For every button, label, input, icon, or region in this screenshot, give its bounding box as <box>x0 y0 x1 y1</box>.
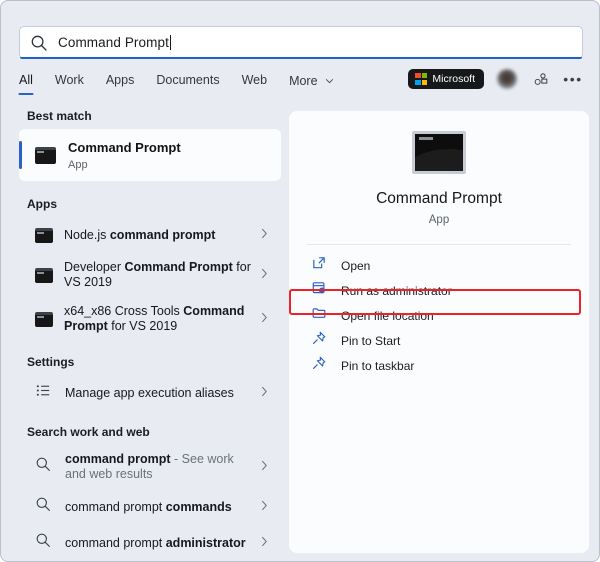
shield-window-icon <box>311 280 328 301</box>
microsoft-badge-label: Microsoft <box>432 73 475 85</box>
search-icon <box>30 34 48 52</box>
app-item-label: x64_x86 Cross Tools Command Prompt for V… <box>64 304 245 333</box>
settings-item-label: Manage app execution aliases <box>65 385 234 400</box>
list-item[interactable]: Node.js command prompt <box>19 217 281 253</box>
chevron-right-icon[interactable] <box>261 384 273 402</box>
console-icon <box>35 227 53 243</box>
list-item[interactable]: Developer Command Prompt for VS 2019 <box>19 253 281 297</box>
chevron-right-icon[interactable] <box>261 534 273 552</box>
action-run-as-administrator-label: Run as administrator <box>341 283 452 298</box>
microsoft-logo-icon <box>415 73 428 85</box>
tab-more-label: More <box>289 74 318 88</box>
app-item-label: Developer Command Prompt for VS 2019 <box>64 260 251 289</box>
action-open[interactable]: Open <box>301 253 577 278</box>
microsoft-badge[interactable]: Microsoft <box>408 69 484 89</box>
chevron-right-icon[interactable] <box>261 310 273 328</box>
search-icon <box>35 532 53 554</box>
open-external-icon <box>311 255 328 276</box>
search-icon <box>35 496 53 518</box>
preview-panel: Command Prompt App Open Run as administr… <box>289 111 589 553</box>
folder-icon <box>311 305 328 326</box>
action-open-file-location[interactable]: Open file location <box>301 303 577 328</box>
preview-app-title: Command Prompt <box>376 190 502 207</box>
web-suggestion-label: command prompt commands <box>65 499 232 514</box>
pin-icon <box>311 330 328 351</box>
search-box[interactable]: Command Prompt <box>19 26 583 59</box>
list-item[interactable]: command prompt administrator <box>19 525 281 561</box>
feedback-icon[interactable] <box>530 69 550 89</box>
tab-documents[interactable]: Documents <box>156 71 219 95</box>
preview-actions: Open Run as administrator Open file loca… <box>289 251 589 378</box>
web-suggestion-label: command prompt administrator <box>65 535 246 550</box>
best-match-subtitle: App <box>68 159 88 171</box>
tab-work-label: Work <box>54 73 84 87</box>
chevron-right-icon[interactable] <box>261 226 273 244</box>
tab-apps-label: Apps <box>105 73 135 87</box>
console-icon <box>35 146 56 164</box>
windows-search-window: Command Prompt All Work Apps Documents W… <box>0 0 600 562</box>
tab-apps[interactable]: Apps <box>106 71 135 95</box>
tab-more[interactable]: More <box>289 71 334 96</box>
tab-work[interactable]: Work <box>55 71 84 95</box>
console-icon <box>35 311 53 327</box>
chevron-right-icon[interactable] <box>261 458 273 476</box>
chevron-right-icon[interactable] <box>261 498 273 516</box>
search-icon <box>35 456 53 478</box>
best-match-texts: Command Prompt App <box>68 139 281 171</box>
list-item[interactable]: x64_x86 Cross Tools Command Prompt for V… <box>19 297 281 341</box>
section-title-search-work-and-web: Search work and web <box>27 425 150 439</box>
action-run-as-administrator[interactable]: Run as administrator <box>301 278 577 303</box>
text-caret <box>169 35 171 50</box>
action-pin-to-start[interactable]: Pin to Start <box>301 328 577 353</box>
tab-documents-label: Documents <box>156 73 220 87</box>
list-item[interactable]: command prompt - See work and web result… <box>19 445 281 489</box>
tab-all[interactable]: All <box>19 71 33 95</box>
action-pin-to-start-label: Pin to Start <box>341 333 401 348</box>
action-open-label: Open <box>341 258 371 273</box>
section-title-best-match: Best match <box>27 109 92 123</box>
tabbar-right-group: Microsoft ••• <box>408 69 583 89</box>
best-match-title: Command Prompt <box>68 140 181 155</box>
list-item[interactable]: command prompt commands <box>19 489 281 525</box>
section-title-apps: Apps <box>27 197 57 211</box>
action-pin-to-taskbar[interactable]: Pin to taskbar <box>301 353 577 378</box>
avatar[interactable] <box>497 69 517 89</box>
action-open-file-location-label: Open file location <box>341 308 434 323</box>
list-item[interactable]: Manage app execution aliases <box>19 375 281 411</box>
app-hero: Command Prompt App <box>289 111 589 226</box>
best-match-item[interactable]: Command Prompt App <box>19 129 281 181</box>
tab-web[interactable]: Web <box>242 71 267 95</box>
web-suggestion-label: command prompt - See work and web result… <box>65 452 234 481</box>
chevron-right-icon[interactable] <box>261 266 273 284</box>
tab-web-label: Web <box>241 73 268 87</box>
section-title-settings: Settings <box>27 355 75 369</box>
results-list: Best match Command Prompt App Apps Node.… <box>19 109 281 553</box>
chevron-down-icon <box>325 73 334 87</box>
action-pin-to-taskbar-label: Pin to taskbar <box>341 358 415 373</box>
ellipsis-icon[interactable]: ••• <box>563 69 583 89</box>
search-input-value[interactable]: Command Prompt <box>58 35 169 50</box>
app-item-label: Node.js command prompt <box>64 227 216 242</box>
filter-tabs: All Work Apps Documents Web More Microso… <box>19 69 583 101</box>
tab-all-label: All <box>19 73 33 87</box>
divider <box>307 244 571 245</box>
pin-icon <box>311 355 328 376</box>
console-icon <box>35 267 53 283</box>
preview-app-type: App <box>428 214 450 226</box>
list-icon <box>35 382 53 404</box>
console-icon <box>412 131 466 174</box>
